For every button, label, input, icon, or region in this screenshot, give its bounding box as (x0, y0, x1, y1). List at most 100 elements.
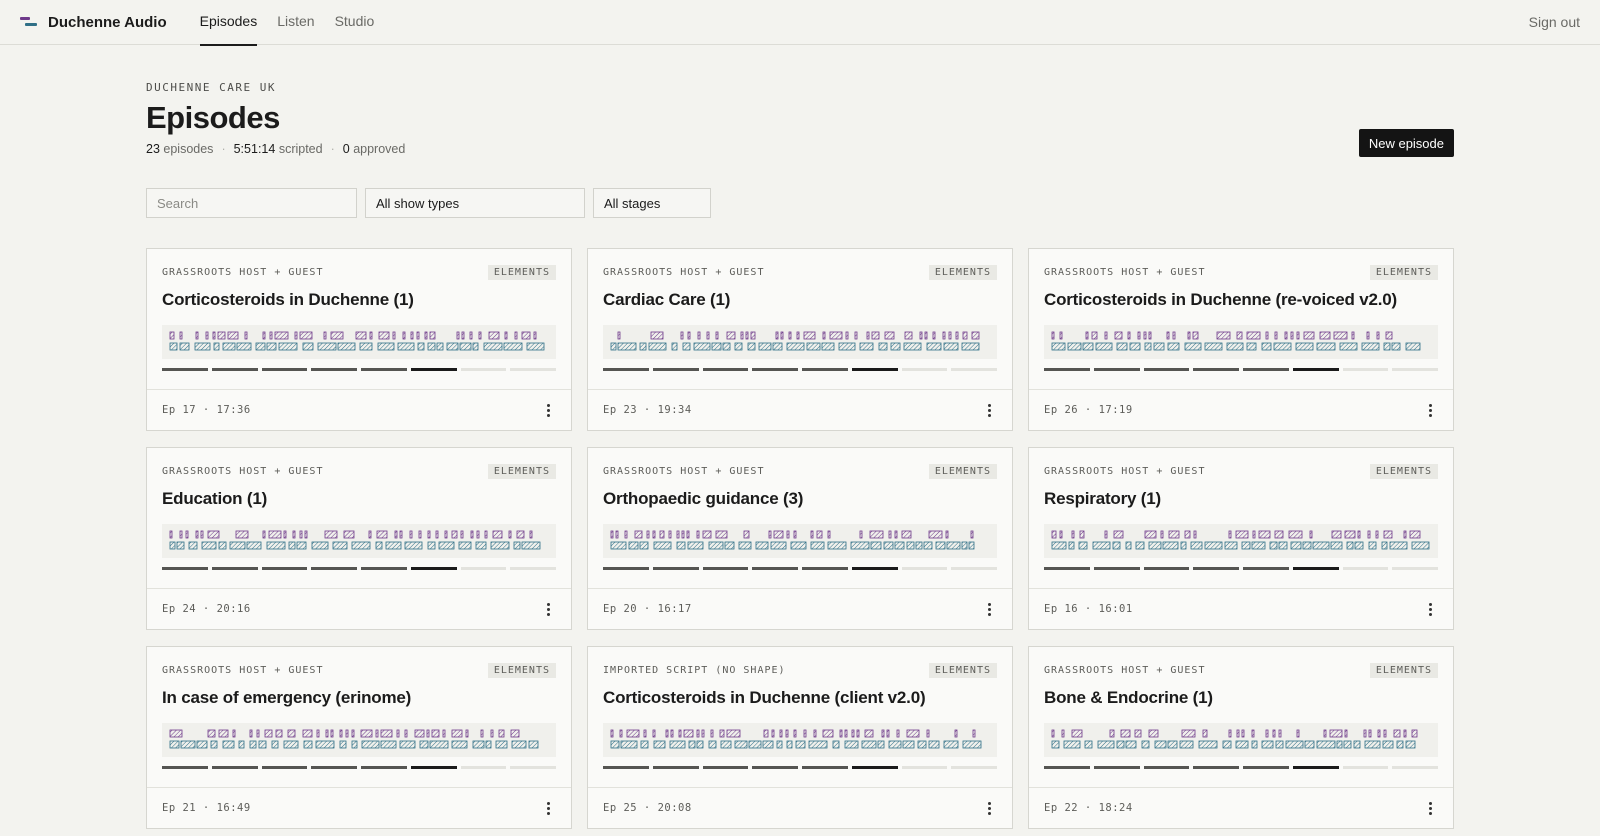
kebab-icon[interactable] (981, 601, 997, 617)
card-body: IMPORTED SCRIPT (NO SHAPE) ELEMENTS Cort… (588, 647, 1012, 788)
search-input[interactable]: Search (146, 188, 357, 218)
progress-segment (1392, 766, 1438, 769)
card-body: GRASSROOTS HOST + GUEST ELEMENTS Bone & … (1029, 647, 1453, 788)
progress-segment (1044, 766, 1090, 769)
stage-badge: ELEMENTS (928, 464, 997, 479)
new-episode-button[interactable]: New episode (1358, 129, 1454, 157)
progress-segment (410, 567, 457, 570)
progress-segment (361, 766, 407, 769)
progress-segment (311, 567, 357, 570)
episode-card[interactable]: GRASSROOTS HOST + GUEST ELEMENTS Cortico… (1028, 248, 1454, 431)
stage-progress (603, 368, 997, 371)
episode-stats: 23 episodes · 5:51:14 scripted · 0 appro… (146, 142, 1454, 156)
card-header: GRASSROOTS HOST + GUEST ELEMENTS (162, 265, 556, 280)
progress-segment (752, 567, 798, 570)
card-body: GRASSROOTS HOST + GUEST ELEMENTS Cortico… (147, 249, 571, 390)
progress-segment (1243, 368, 1289, 371)
card-header: GRASSROOTS HOST + GUEST ELEMENTS (1044, 663, 1438, 678)
kebab-icon[interactable] (1422, 402, 1438, 418)
sign-out-link[interactable]: Sign out (1529, 14, 1580, 30)
kebab-icon[interactable] (540, 800, 556, 816)
stage-progress (1044, 368, 1438, 371)
progress-segment (1093, 368, 1140, 371)
progress-segment (901, 368, 948, 371)
episode-card[interactable]: GRASSROOTS HOST + GUEST ELEMENTS Bone & … (1028, 646, 1454, 829)
show-type-label: GRASSROOTS HOST + GUEST (603, 466, 765, 477)
episode-meta: Ep 26 · 17:19 (1044, 404, 1133, 416)
card-body: GRASSROOTS HOST + GUEST ELEMENTS Respira… (1029, 448, 1453, 589)
episode-card[interactable]: GRASSROOTS HOST + GUEST ELEMENTS Respira… (1028, 447, 1454, 630)
script-timeline (162, 524, 556, 558)
episode-card[interactable]: IMPORTED SCRIPT (NO SHAPE) ELEMENTS Cort… (587, 646, 1013, 829)
episode-card[interactable]: GRASSROOTS HOST + GUEST ELEMENTS Orthopa… (587, 447, 1013, 630)
stage-badge: ELEMENTS (487, 464, 556, 479)
page-title: Episodes (146, 100, 280, 135)
progress-segment (702, 766, 749, 769)
kebab-icon[interactable] (981, 800, 997, 816)
progress-segment (211, 567, 258, 570)
show-type-label: GRASSROOTS HOST + GUEST (162, 665, 324, 676)
script-timeline (603, 325, 997, 359)
progress-segment (261, 766, 308, 769)
show-type-label: GRASSROOTS HOST + GUEST (1044, 466, 1206, 477)
nav-episodes[interactable]: Episodes (190, 0, 268, 46)
card-footer: Ep 23 · 19:34 (588, 390, 1012, 430)
stat-separator: · (221, 142, 226, 156)
progress-segment (1292, 368, 1339, 371)
episode-card[interactable]: GRASSROOTS HOST + GUEST ELEMENTS Cardiac… (587, 248, 1013, 431)
nav-studio[interactable]: Studio (325, 0, 385, 45)
stage-progress (162, 567, 556, 570)
episode-meta: Ep 23 · 19:34 (603, 404, 692, 416)
progress-segment (510, 368, 556, 371)
progress-segment (652, 567, 699, 570)
stage-badge: ELEMENTS (1369, 464, 1438, 479)
card-header: GRASSROOTS HOST + GUEST ELEMENTS (162, 464, 556, 479)
progress-segment (951, 368, 997, 371)
card-body: GRASSROOTS HOST + GUEST ELEMENTS Educati… (147, 448, 571, 589)
progress-segment (603, 567, 649, 570)
progress-segment (851, 567, 898, 570)
show-type-select[interactable]: All show types (365, 188, 585, 218)
script-timeline (1044, 723, 1438, 757)
progress-segment (1044, 368, 1090, 371)
kebab-icon[interactable] (981, 402, 997, 418)
card-header: GRASSROOTS HOST + GUEST ELEMENTS (603, 265, 997, 280)
episode-card[interactable]: GRASSROOTS HOST + GUEST ELEMENTS Cortico… (146, 248, 572, 431)
card-header: GRASSROOTS HOST + GUEST ELEMENTS (162, 663, 556, 678)
episode-grid: GRASSROOTS HOST + GUEST ELEMENTS Cortico… (146, 248, 1454, 829)
card-footer: Ep 16 · 16:01 (1029, 589, 1453, 629)
progress-segment (261, 567, 308, 570)
kebab-icon[interactable] (1422, 601, 1438, 617)
kebab-icon[interactable] (1422, 800, 1438, 816)
episode-meta: Ep 25 · 20:08 (603, 802, 692, 814)
progress-segment (851, 368, 898, 371)
top-bar: Duchenne Audio Episodes Listen Studio Si… (0, 0, 1600, 46)
episode-meta: Ep 21 · 16:49 (162, 802, 251, 814)
nav-listen[interactable]: Listen (267, 0, 324, 45)
brand[interactable]: Duchenne Audio (20, 14, 167, 31)
stage-progress (603, 567, 997, 570)
show-type-label: GRASSROOTS HOST + GUEST (162, 267, 324, 278)
progress-segment (361, 567, 407, 570)
progress-segment (1292, 567, 1339, 570)
episode-title: Bone & Endocrine (1) (1044, 688, 1213, 707)
episode-title: Corticosteroids in Duchenne (re-voiced v… (1044, 290, 1398, 309)
progress-segment (951, 567, 997, 570)
progress-segment (510, 567, 556, 570)
progress-segment (1193, 766, 1239, 769)
stage-select[interactable]: All stages (593, 188, 711, 218)
stage-progress (162, 766, 556, 769)
progress-segment (1143, 368, 1190, 371)
progress-segment (311, 368, 357, 371)
episode-meta: Ep 17 · 17:36 (162, 404, 251, 416)
progress-segment (1392, 567, 1438, 570)
card-header: GRASSROOTS HOST + GUEST ELEMENTS (1044, 464, 1438, 479)
episode-title: In case of emergency (erinome) (162, 688, 412, 707)
stage-badge: ELEMENTS (487, 663, 556, 678)
episode-card[interactable]: GRASSROOTS HOST + GUEST ELEMENTS In case… (146, 646, 572, 829)
kebab-icon[interactable] (540, 402, 556, 418)
episode-card[interactable]: GRASSROOTS HOST + GUEST ELEMENTS Educati… (146, 447, 572, 630)
kebab-icon[interactable] (540, 601, 556, 617)
stage-badge: ELEMENTS (487, 265, 556, 280)
progress-segment (261, 368, 308, 371)
